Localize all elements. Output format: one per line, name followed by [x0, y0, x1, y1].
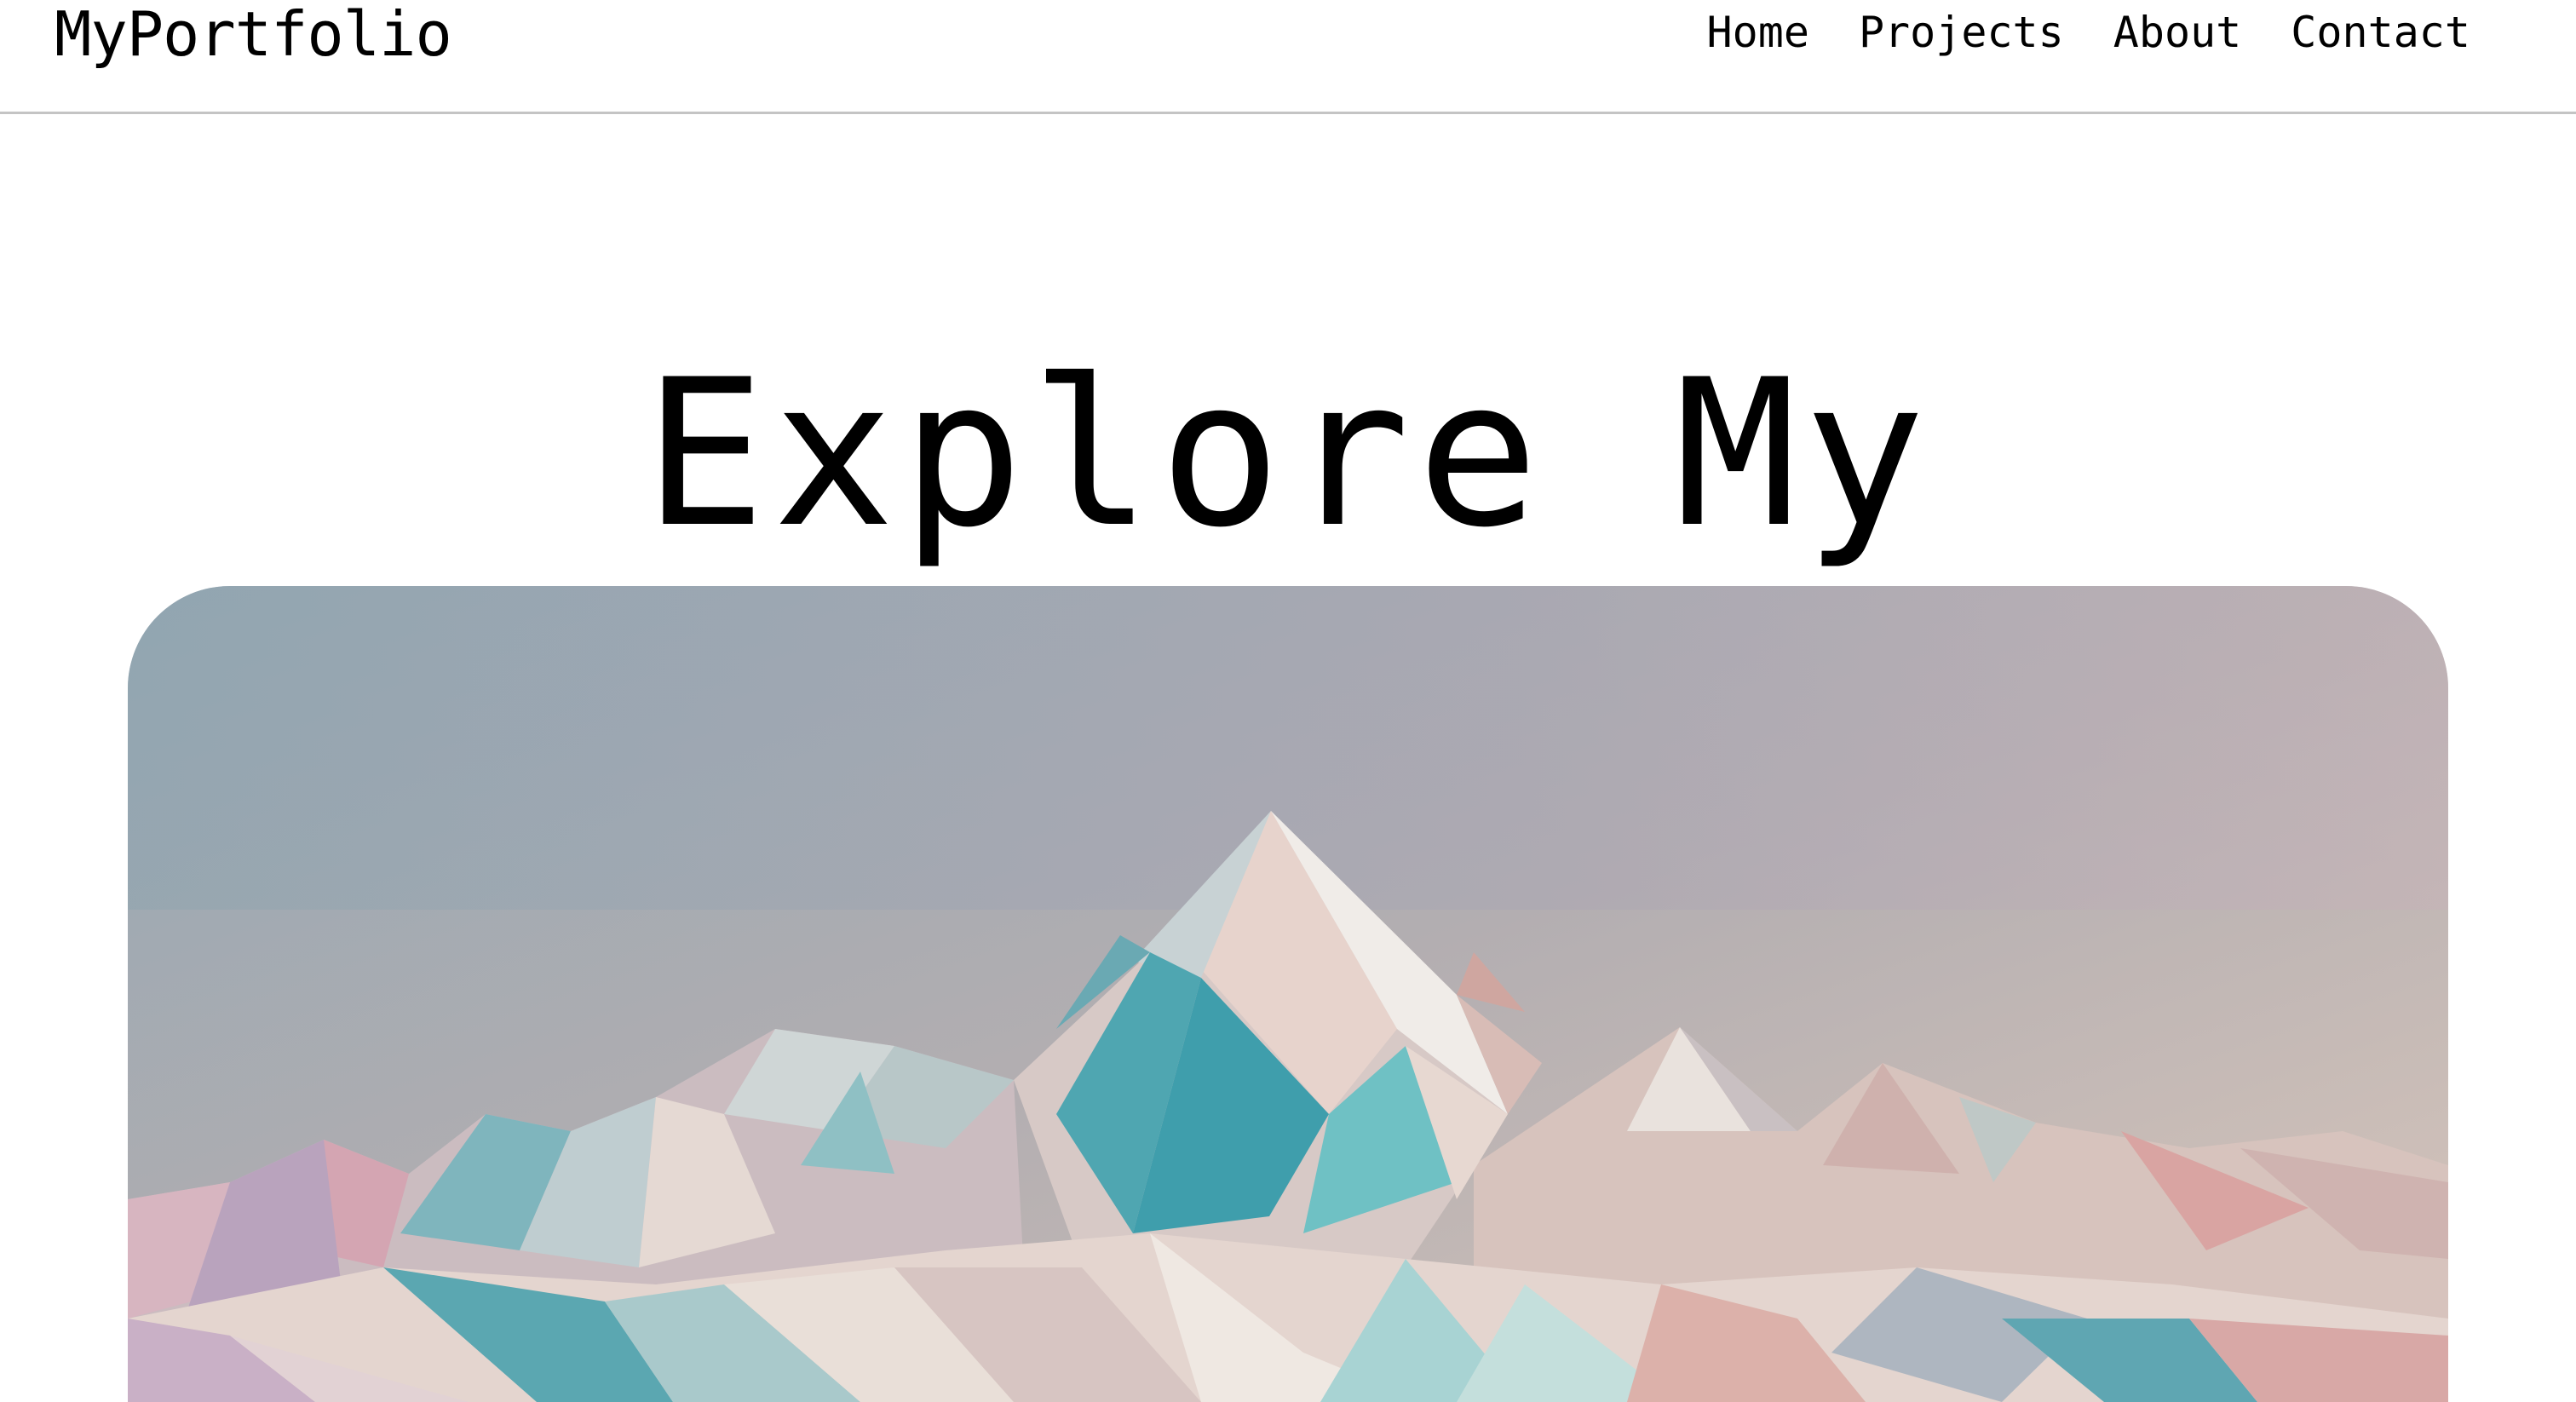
top-navbar: MyPortfolio Home Projects About Contact: [0, 0, 2576, 114]
nav-link-projects[interactable]: Projects: [1859, 0, 2064, 65]
main-nav: Home Projects About Contact: [1707, 0, 2470, 65]
nav-link-about[interactable]: About: [2113, 0, 2242, 65]
mountain-illustration: [128, 586, 2448, 1402]
nav-link-home[interactable]: Home: [1707, 0, 1809, 65]
nav-link-contact[interactable]: Contact: [2291, 0, 2470, 65]
hero-image-mountains: [128, 586, 2448, 1402]
brand-logo[interactable]: MyPortfolio: [55, 0, 452, 68]
